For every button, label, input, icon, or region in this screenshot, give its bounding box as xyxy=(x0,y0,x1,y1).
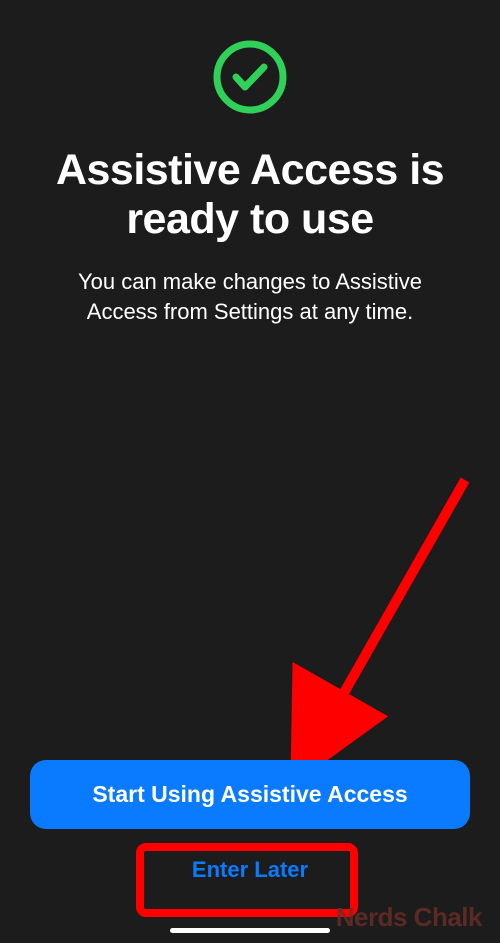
spacer xyxy=(30,326,470,760)
checkmark-circle-icon xyxy=(211,38,289,116)
onboarding-screen: Assistive Access is ready to use You can… xyxy=(0,0,500,943)
watermark-text: Nerds Chalk xyxy=(336,902,482,933)
top-section: Assistive Access is ready to use You can… xyxy=(30,30,470,326)
page-title: Assistive Access is ready to use xyxy=(30,146,470,245)
page-subtitle: You can make changes to Assistive Access… xyxy=(30,267,470,326)
bottom-section: Start Using Assistive Access Enter Later xyxy=(30,760,470,923)
start-assistive-access-button[interactable]: Start Using Assistive Access xyxy=(30,760,470,829)
enter-later-button[interactable]: Enter Later xyxy=(162,835,338,905)
home-indicator xyxy=(170,928,330,933)
